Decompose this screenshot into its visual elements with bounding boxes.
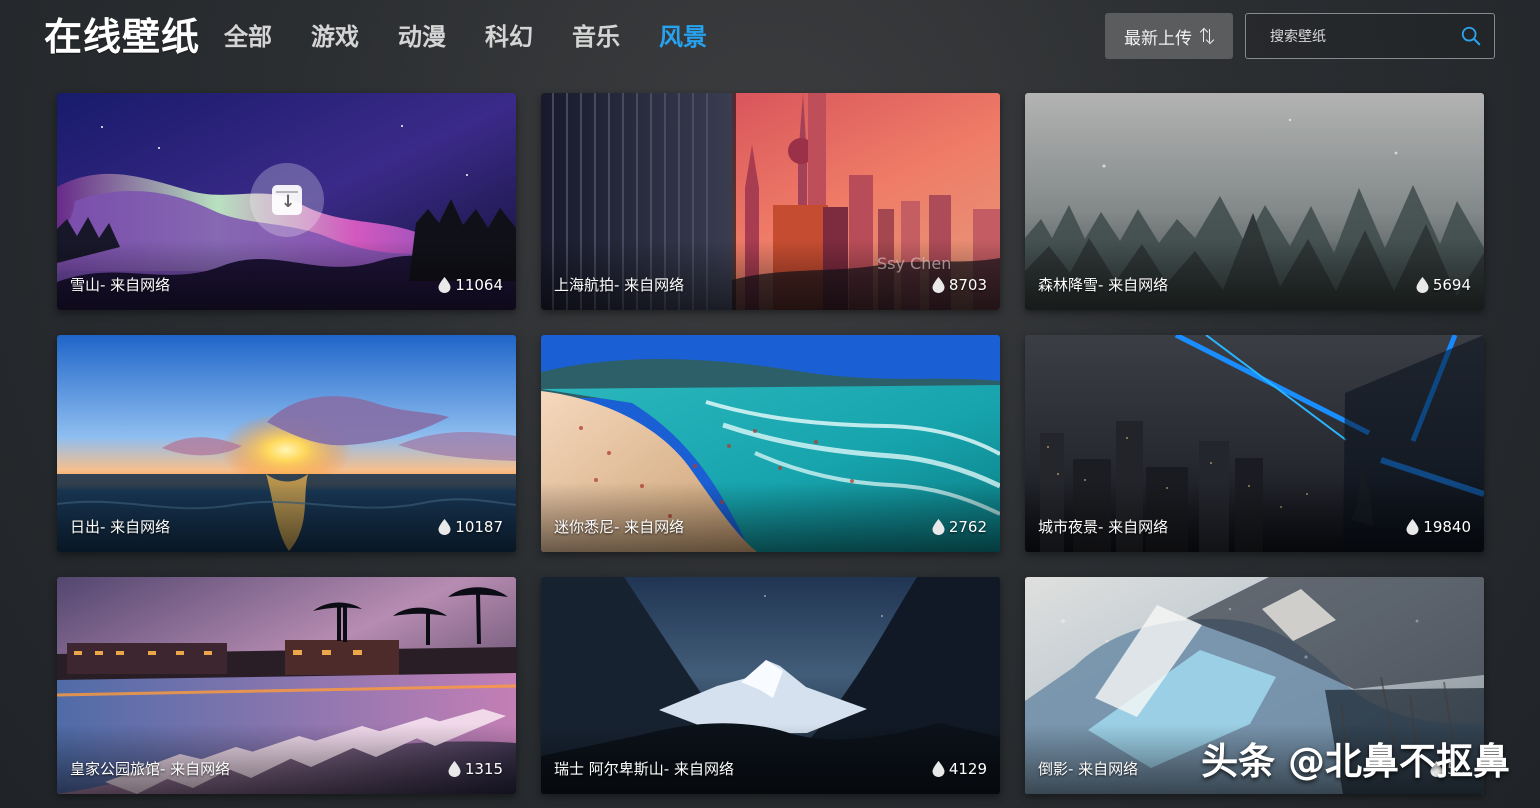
view-count: 2762	[932, 517, 987, 537]
view-count-value: 5694	[1432, 276, 1471, 294]
wallpaper-page: 在线壁纸 全部 游戏 动漫 科幻 音乐 风景 最新上传 搜索壁纸 ↓ 雪山- 来…	[0, 0, 1540, 808]
nav-item-anime[interactable]: 动漫	[398, 20, 485, 54]
wallpaper-card-snow-mountain[interactable]: 雪山- 来自网络 11064	[57, 93, 516, 310]
view-count: 5...	[1430, 759, 1471, 779]
view-count-value: 11064	[455, 276, 503, 294]
nav-item-all[interactable]: 全部	[224, 20, 311, 54]
view-count: 19840	[1406, 517, 1471, 537]
wallpaper-title: 皇家公园旅馆- 来自网络	[70, 760, 231, 778]
drop-icon	[438, 277, 451, 293]
wallpaper-card-swiss-alps[interactable]: 瑞士 阿尔卑斯山- 来自网络 4129	[541, 577, 1000, 794]
drop-icon	[932, 519, 945, 535]
wallpaper-card-shanghai-aerial[interactable]: Ssy Chen 上海航拍- 来自网络 8703	[541, 93, 1000, 310]
download-overlay[interactable]	[250, 163, 324, 237]
view-count-value: 19840	[1423, 518, 1471, 536]
view-count-value: 2762	[948, 518, 987, 536]
view-count: 11064	[438, 275, 503, 295]
wallpaper-title: 瑞士 阿尔卑斯山- 来自网络	[554, 760, 734, 778]
wallpaper-card-mini-sydney[interactable]: 迷你悉尼- 来自网络 2762	[541, 335, 1000, 552]
nav-item-games[interactable]: 游戏	[311, 20, 398, 54]
wallpaper-card-forest-snow[interactable]: 森林降雪- 来自网络 5694	[1025, 93, 1484, 310]
wallpaper-card-sunrise[interactable]: 日出- 来自网络 10187	[57, 335, 516, 552]
wallpaper-title: 日出- 来自网络	[70, 518, 171, 536]
view-count: 10187	[438, 517, 503, 537]
drop-icon	[932, 277, 945, 293]
drop-icon	[1416, 277, 1429, 293]
search-icon[interactable]	[1460, 25, 1482, 47]
view-count-value: 10187	[455, 518, 503, 536]
view-count: 1315	[448, 759, 503, 779]
wallpaper-title: 上海航拍- 来自网络	[554, 276, 685, 294]
sort-button-label: 最新上传	[1124, 28, 1192, 49]
wallpaper-card-city-night[interactable]: 城市夜景- 来自网络 19840	[1025, 335, 1484, 552]
view-count: 5694	[1416, 275, 1471, 295]
site-logo[interactable]: 在线壁纸	[44, 15, 200, 59]
wallpaper-card-royal-park-hotel[interactable]: 皇家公园旅馆- 来自网络 1315	[57, 577, 516, 794]
wallpaper-title: 城市夜景- 来自网络	[1038, 518, 1169, 536]
view-count: 8703	[932, 275, 987, 295]
drop-icon	[1430, 761, 1443, 777]
view-count-value: 1315	[464, 760, 503, 778]
view-count: 4129	[932, 759, 987, 779]
drop-icon	[932, 761, 945, 777]
view-count-value: 5...	[1447, 760, 1471, 778]
search-input[interactable]	[1268, 24, 1452, 50]
sort-icon	[1200, 27, 1214, 45]
wallpaper-card-reflection[interactable]: 倒影- 来自网络 5...	[1025, 577, 1484, 794]
search-box[interactable]	[1245, 13, 1495, 59]
drop-icon	[1406, 519, 1419, 535]
nav-item-scenery[interactable]: 风景	[659, 20, 746, 54]
category-navigation: 全部 游戏 动漫 科幻 音乐 风景	[224, 20, 746, 54]
wallpaper-title: 森林降雪- 来自网络	[1038, 276, 1169, 294]
view-count-value: 8703	[948, 276, 987, 294]
sort-latest-upload-button[interactable]: 最新上传	[1105, 13, 1233, 59]
top-navigation-bar: 在线壁纸 全部 游戏 动漫 科幻 音乐 风景 最新上传	[0, 0, 1540, 76]
nav-item-music[interactable]: 音乐	[572, 20, 659, 54]
view-count-value: 4129	[948, 760, 987, 778]
wallpaper-title: 迷你悉尼- 来自网络	[554, 518, 685, 536]
wallpaper-title: 倒影- 来自网络	[1038, 760, 1139, 778]
drop-icon	[438, 519, 451, 535]
download-icon[interactable]	[272, 185, 302, 215]
drop-icon	[448, 761, 461, 777]
wallpaper-grid: 雪山- 来自网络 11064	[57, 93, 1484, 794]
wallpaper-title: 雪山- 来自网络	[70, 276, 171, 294]
nav-item-scifi[interactable]: 科幻	[485, 20, 572, 54]
